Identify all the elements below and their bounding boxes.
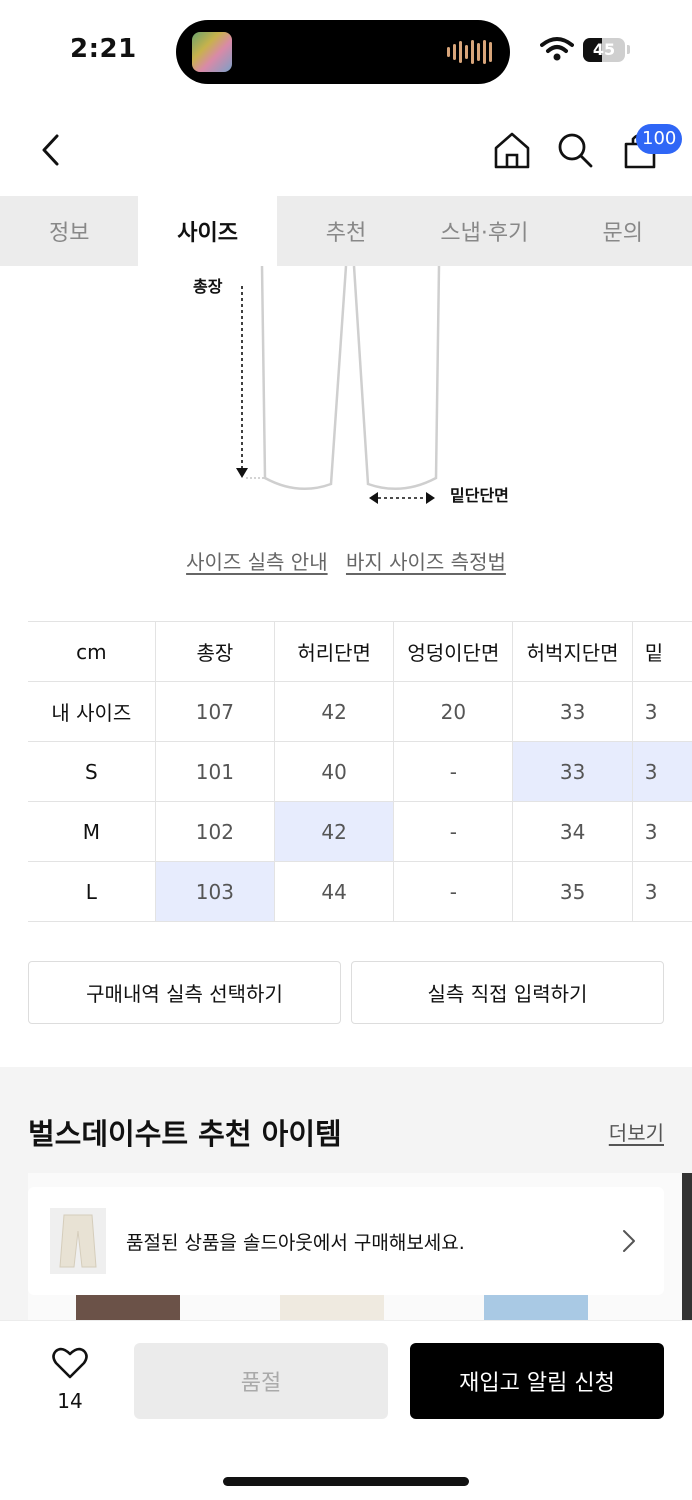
top-navigation [0, 100, 692, 196]
table-cell-match: 103 [154, 861, 276, 922]
table-cell: 44 [274, 861, 395, 922]
size-table: cm 총장 허리단면 엉덩이단면 허벅지단면 밑 내 사이즈 107 42 20… [28, 621, 692, 922]
table-cell: 42 [274, 681, 395, 742]
status-bar: 2:21 45 [0, 0, 692, 100]
table-cell: 3 [631, 861, 692, 922]
table-cell: 34 [512, 801, 633, 862]
table-cell: 102 [154, 801, 276, 862]
size-guide-link[interactable]: 사이즈 실측 안내 [186, 550, 328, 574]
table-header-cell: 엉덩이단면 [393, 621, 514, 682]
row-label: L [28, 861, 156, 922]
table-cell: 33 [512, 681, 633, 742]
product-tabs: 정보 사이즈 추천 스냅·후기 문의 [0, 196, 692, 266]
row-label: M [28, 801, 156, 862]
bottom-action-bar: 14 품절 재입고 알림 신청 [0, 1320, 692, 1500]
row-label: 내 사이즈 [28, 681, 156, 742]
product-thumbnail[interactable] [682, 1173, 692, 1333]
table-header-cell: 허리단면 [274, 621, 395, 682]
back-button[interactable] [28, 126, 72, 174]
pants-thumbnail-icon [59, 1214, 97, 1268]
status-time: 2:21 [70, 34, 137, 64]
table-cell: - [393, 741, 514, 802]
search-button[interactable] [553, 126, 597, 174]
table-cell: - [393, 861, 514, 922]
tab-info[interactable]: 정보 [0, 196, 138, 266]
table-cell-match: 42 [274, 801, 395, 862]
table-cell: 3 [631, 681, 692, 742]
table-header-cell: cm [28, 621, 156, 682]
table-row: 내 사이즈 107 42 20 33 3 [28, 681, 692, 742]
battery-cap [627, 45, 630, 54]
table-cell-match: 33 [512, 741, 633, 802]
battery-percent: 45 [592, 40, 616, 59]
measure-guide-link[interactable]: 바지 사이즈 측정법 [346, 550, 506, 574]
pants-outline [236, 266, 441, 504]
soldout-button: 품절 [134, 1343, 388, 1419]
chevron-right-icon [623, 1230, 635, 1252]
soldout-banner[interactable]: 품절된 상품을 솔드아웃에서 구매해보세요. [28, 1187, 664, 1295]
section-title: 벌스데이수트 추천 아이템 [28, 1117, 342, 1151]
pants-size-diagram: 총장 밑단단면 [0, 266, 692, 526]
dynamic-island[interactable] [176, 20, 510, 84]
tab-inquiry[interactable]: 문의 [554, 196, 692, 266]
table-header-cell: 총장 [154, 621, 276, 682]
search-icon [558, 133, 593, 168]
direct-size-input-button[interactable]: 실측 직접 입력하기 [351, 961, 664, 1024]
soldout-product-thumbnail [50, 1208, 106, 1274]
table-cell: 107 [154, 681, 276, 742]
tab-size[interactable]: 사이즈 [138, 196, 277, 266]
home-icon [494, 132, 530, 169]
size-guide-links: 사이즈 실측 안내 바지 사이즈 측정법 [0, 546, 692, 575]
hem-width-label: 밑단단면 [450, 486, 509, 505]
table-row: S 101 40 - 33 3 [28, 741, 692, 802]
now-playing-artwork [192, 32, 232, 72]
wifi-icon [540, 37, 574, 61]
heart-icon [52, 1347, 88, 1379]
row-label: S [28, 741, 156, 802]
table-cell: 101 [154, 741, 276, 802]
battery-icon: 45 [583, 38, 625, 62]
table-cell: 3 [631, 801, 692, 862]
table-cell: 20 [393, 681, 514, 742]
cart-count-badge: 100 [636, 124, 683, 154]
table-cell-match: 3 [631, 741, 692, 802]
tab-snap-review[interactable]: 스냅·후기 [415, 196, 553, 266]
restock-alert-button[interactable]: 재입고 알림 신청 [410, 1343, 664, 1419]
table-row: M 102 42 - 34 3 [28, 801, 692, 862]
purchase-history-size-button[interactable]: 구매내역 실측 선택하기 [28, 961, 341, 1024]
home-button[interactable] [490, 126, 534, 174]
table-header-cell: 밑 [631, 621, 692, 682]
total-length-label: 총장 [193, 277, 223, 296]
table-row: L 103 44 - 35 3 [28, 861, 692, 922]
tab-recommend[interactable]: 추천 [277, 196, 415, 266]
table-cell: 35 [512, 861, 633, 922]
more-link[interactable]: 더보기 [609, 1117, 664, 1146]
table-cell: 40 [274, 741, 395, 802]
like-button[interactable]: 14 [42, 1347, 98, 1413]
like-count: 14 [57, 1389, 83, 1413]
home-indicator[interactable] [223, 1477, 469, 1486]
table-cell: - [393, 801, 514, 862]
audio-waveform-icon [447, 40, 492, 64]
table-header-cell: 허벅지단면 [512, 621, 633, 682]
soldout-notice-text: 품절된 상품을 솔드아웃에서 구매해보세요. [126, 1231, 465, 1254]
table-header-row: cm 총장 허리단면 엉덩이단면 허벅지단면 밑 [28, 621, 692, 682]
chevron-left-icon [42, 134, 59, 166]
